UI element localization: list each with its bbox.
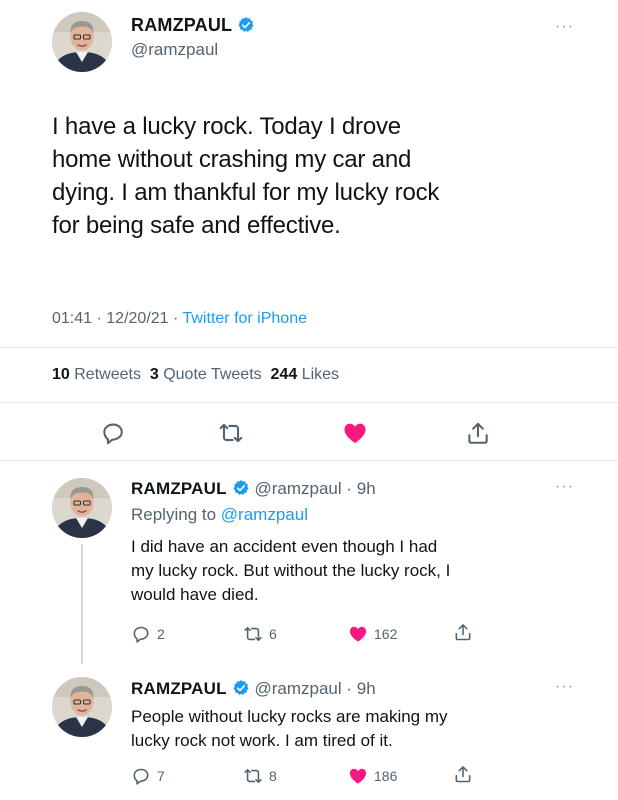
tweet-text-line: I have a lucky rock. Today I drove — [52, 113, 401, 140]
share-button[interactable] — [465, 420, 491, 446]
reply-text-line: my lucky rock. But without the lucky roc… — [131, 561, 451, 580]
reply-action[interactable]: 2 — [131, 624, 165, 644]
retweet-icon — [218, 420, 244, 446]
divider — [0, 460, 618, 461]
author-handle[interactable]: @ramzpaul — [131, 40, 218, 60]
likes-count: 244 — [270, 366, 298, 383]
retweet-button[interactable] — [218, 420, 244, 446]
like-action[interactable]: 162 — [348, 624, 397, 644]
share-icon — [465, 420, 491, 446]
retweet-action[interactable]: 8 — [243, 766, 277, 786]
quote-tweets-count: 3 — [149, 366, 159, 383]
verified-badge-icon — [237, 16, 255, 34]
author-display-name[interactable]: RAMZPAUL — [131, 15, 232, 35]
replying-to: Replying to @ramzpaul — [131, 505, 308, 525]
quote-tweets-stat[interactable]: 3 Quote Tweets — [150, 366, 262, 383]
reply-count: 7 — [157, 768, 165, 784]
author-row: RAMZPAUL — [131, 14, 255, 36]
reply-display-name[interactable]: RAMZPAUL — [131, 479, 227, 498]
like-count: 186 — [374, 768, 398, 784]
retweet-count: 8 — [269, 768, 277, 784]
more-icon[interactable]: ··· — [555, 478, 574, 496]
retweet-action[interactable]: 6 — [243, 624, 277, 644]
divider — [0, 402, 618, 403]
tweet-meta: 01:41 · 12/20/21 · Twitter for iPhone — [52, 310, 307, 328]
reply-icon — [131, 766, 151, 786]
reply-text: I did have an accident even though I had… — [131, 535, 601, 607]
share-action[interactable] — [453, 764, 473, 784]
more-icon[interactable]: ··· — [555, 678, 574, 696]
thread-line — [81, 544, 83, 664]
avatar-image — [52, 677, 112, 737]
replying-to-handle[interactable]: @ramzpaul — [221, 505, 308, 524]
share-action[interactable] — [453, 622, 473, 642]
reply-text: People without lucky rocks are making my… — [131, 705, 601, 753]
retweets-label: Retweets — [74, 366, 141, 383]
reply-icon — [131, 624, 151, 644]
avatar-image — [52, 12, 112, 72]
more-icon[interactable]: ··· — [555, 18, 574, 36]
avatar[interactable] — [52, 12, 112, 72]
like-button[interactable] — [342, 420, 368, 446]
meta-separator: · — [173, 310, 179, 327]
reply-handle-time[interactable]: @ramzpaul · 9h — [254, 679, 375, 698]
verified-badge-icon — [232, 479, 250, 497]
reply-action[interactable]: 7 — [131, 766, 165, 786]
reply-text-line: would have died. — [131, 585, 259, 604]
tweet-date[interactable]: 12/20/21 — [106, 310, 168, 327]
reply-header: RAMZPAUL @ramzpaul · 9h — [131, 678, 376, 700]
heart-icon — [342, 420, 368, 446]
tweet-text: I have a lucky rock. Today I drove home … — [52, 110, 592, 242]
retweet-count: 6 — [269, 626, 277, 642]
reply-header: RAMZPAUL @ramzpaul · 9h — [131, 478, 376, 500]
share-icon — [453, 764, 473, 784]
tweet-time[interactable]: 01:41 — [52, 310, 92, 327]
tweet-stats: 10 Retweets 3 Quote Tweets 244 Likes — [52, 366, 339, 384]
verified-badge-icon — [232, 679, 250, 697]
replying-to-prefix: Replying to — [131, 505, 217, 524]
reply-icon — [100, 420, 126, 446]
tweet-source[interactable]: Twitter for iPhone — [183, 310, 308, 327]
like-count: 162 — [374, 626, 398, 642]
retweet-icon — [243, 766, 263, 786]
likes-label: Likes — [301, 366, 340, 383]
reply-display-name[interactable]: RAMZPAUL — [131, 679, 227, 698]
meta-separator: · — [96, 310, 102, 327]
share-icon — [453, 622, 473, 642]
reply-avatar[interactable] — [52, 677, 112, 737]
heart-icon — [348, 624, 368, 644]
reply-text-line: lucky rock not work. I am tired of it. — [131, 731, 393, 750]
retweets-stat[interactable]: 10 Retweets — [52, 366, 141, 383]
reply-avatar[interactable] — [52, 478, 112, 538]
likes-stat[interactable]: 244 Likes — [271, 366, 340, 383]
reply-count: 2 — [157, 626, 165, 642]
tweet-text-line: for being safe and effective. — [52, 212, 341, 239]
reply-text-line: I did have an accident even though I had — [131, 537, 438, 556]
tweet-text-line: dying. I am thankful for my lucky rock — [52, 179, 440, 206]
reply-handle-time[interactable]: @ramzpaul · 9h — [254, 479, 375, 498]
divider — [0, 347, 618, 348]
reply-text-line: People without lucky rocks are making my — [131, 707, 448, 726]
like-action[interactable]: 186 — [348, 766, 397, 786]
avatar-image — [52, 478, 112, 538]
tweet-text-line: home without crashing my car and — [52, 146, 412, 173]
heart-icon — [348, 766, 368, 786]
retweets-count: 10 — [52, 366, 70, 383]
reply-button[interactable] — [100, 420, 126, 446]
retweet-icon — [243, 624, 263, 644]
quote-tweets-label: Quote Tweets — [163, 366, 262, 383]
